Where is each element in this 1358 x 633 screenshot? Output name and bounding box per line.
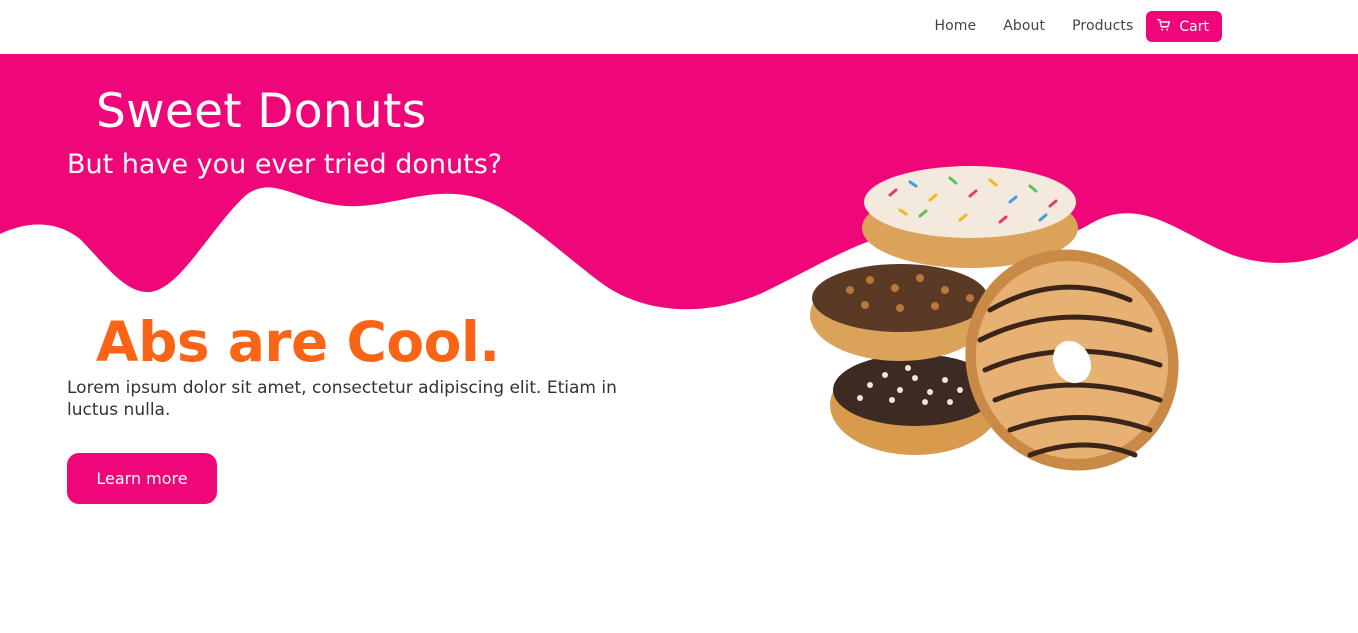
cart-label: Cart xyxy=(1179,18,1209,35)
nav-link-home[interactable]: Home xyxy=(934,11,976,42)
main-nav: Home About Products Cart xyxy=(934,11,1222,42)
body-text: Lorem ipsum dolor sit amet, consectetur … xyxy=(67,378,617,420)
headline: Abs are Cool. xyxy=(96,310,500,374)
top-navbar: Home About Products Cart xyxy=(0,0,1358,54)
donut-stack-image xyxy=(810,166,1179,471)
hero-title: Sweet Donuts xyxy=(96,84,427,139)
cart-icon xyxy=(1157,18,1171,36)
hero-subtitle: But have you ever tried donuts? xyxy=(67,149,503,180)
nav-link-about[interactable]: About xyxy=(1003,11,1045,42)
nav-link-products[interactable]: Products xyxy=(1072,11,1133,42)
learn-more-button[interactable]: Learn more xyxy=(67,453,217,504)
cart-button[interactable]: Cart xyxy=(1146,11,1222,42)
